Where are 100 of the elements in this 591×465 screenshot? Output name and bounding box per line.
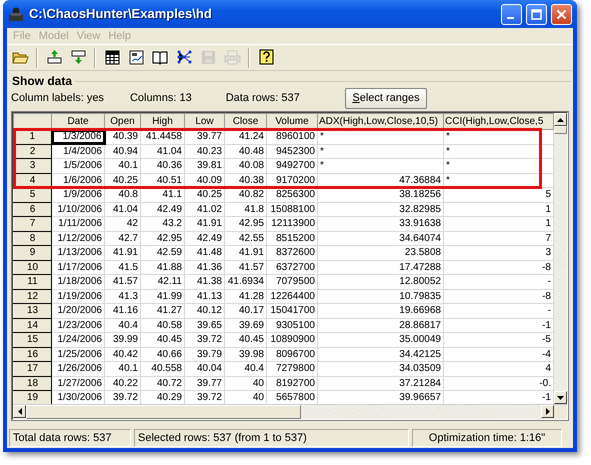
table-cell: 1 <box>444 216 554 231</box>
scroll-thumb[interactable] <box>26 405 301 419</box>
table-cell: 1/3/2006 <box>52 130 104 144</box>
table-cell: 39.72 <box>184 332 224 347</box>
select-ranges-button[interactable]: Select ranges <box>345 88 427 108</box>
table-cell: * <box>444 144 554 158</box>
table-cell: 7 <box>444 231 554 246</box>
maximize-button[interactable] <box>526 4 547 24</box>
status-panel: Total data rows: 537 <box>9 429 131 447</box>
close-button[interactable] <box>551 4 572 24</box>
column-header[interactable]: Low <box>184 114 224 130</box>
down-arrow-icon <box>557 396 564 400</box>
table-cell: 39.81 <box>184 158 224 173</box>
table-cell: 41.16 <box>104 304 140 318</box>
table-cell: * <box>444 158 554 173</box>
table-cell: 40.558 <box>140 362 184 376</box>
table-cell: 42.55 <box>224 231 266 246</box>
table-cell: 41.3 <box>104 289 140 304</box>
column-header[interactable]: Close <box>224 114 266 130</box>
table-cell: 40.4 <box>224 362 266 376</box>
table-cell: 8192700 <box>266 376 318 390</box>
table-cell: 1/5/2006 <box>52 158 104 173</box>
table-cell: 40.82 <box>224 188 266 202</box>
table-cell: 1 <box>444 202 554 216</box>
table-cell: 41.91 <box>224 246 266 260</box>
table-cell: 42.59 <box>140 246 184 260</box>
table-cell: 37.21284 <box>318 376 444 390</box>
table-cell: 39.69 <box>224 318 266 332</box>
scroll-left-button[interactable] <box>13 405 26 418</box>
row-header[interactable]: 18 <box>14 376 52 390</box>
table-cell: 41.91 <box>184 216 224 231</box>
table-cell: 41.02 <box>184 202 224 216</box>
table-cell: 42.49 <box>140 202 184 216</box>
scroll-down-button[interactable] <box>554 391 567 404</box>
row-header[interactable]: 17 <box>14 362 52 376</box>
table-cell: 40.45 <box>224 332 266 347</box>
table-cell: 42.7 <box>104 231 140 246</box>
column-header[interactable]: Date <box>52 114 104 130</box>
tray-arrow-down-icon <box>70 49 86 66</box>
table-cell: 8372600 <box>266 246 318 260</box>
info-label: Column labels: yes <box>11 90 104 106</box>
scroll-thumb[interactable] <box>554 126 567 134</box>
table-cell: 8096700 <box>266 347 318 362</box>
row-header[interactable]: 11 <box>14 274 52 289</box>
column-header[interactable]: Volume <box>266 114 318 130</box>
table-cell: -8 <box>444 289 554 304</box>
table-cell: -0. <box>444 376 554 390</box>
row-header[interactable]: 15 <box>14 332 52 347</box>
table-cell: 41.38 <box>184 274 224 289</box>
column-header[interactable]: Open <box>104 114 140 130</box>
table-cell: 41.6934 <box>224 274 266 289</box>
table-cell: 40.39 <box>104 130 140 144</box>
table-cell: 40.8 <box>104 188 140 202</box>
horizontal-scrollbar[interactable] <box>13 404 567 419</box>
table-cell: 35.00049 <box>318 332 444 347</box>
table-cell: 42.49 <box>184 231 224 246</box>
row-header[interactable]: 7 <box>14 216 52 231</box>
table-cell: 10.79835 <box>318 289 444 304</box>
printer-icon <box>224 49 240 66</box>
table-cell: 40.04 <box>184 362 224 376</box>
minimize-button[interactable] <box>501 4 522 24</box>
column-header[interactable]: CCI(High,Low,Close,5 <box>444 114 554 130</box>
table-cell: 41.57 <box>224 260 266 274</box>
row-header[interactable]: 14 <box>14 318 52 332</box>
table-cell: 12.80052 <box>318 274 444 289</box>
row-header[interactable]: 8 <box>14 231 52 246</box>
table-cell: 9492700 <box>266 158 318 173</box>
scroll-right-button[interactable] <box>541 405 554 418</box>
column-header[interactable]: High <box>140 114 184 130</box>
row-header[interactable]: 13 <box>14 304 52 318</box>
table-cell: 6372700 <box>266 260 318 274</box>
table-cell: 42.95 <box>224 216 266 231</box>
table-cell: 12113900 <box>266 216 318 231</box>
table-cell: 41.1 <box>140 188 184 202</box>
row-header[interactable]: 16 <box>14 347 52 362</box>
table-cell: 17.47288 <box>318 260 444 274</box>
row-header[interactable]: 10 <box>14 260 52 274</box>
info-label: Data rows: 537 <box>226 90 300 106</box>
row-header[interactable]: 19 <box>14 390 52 404</box>
table-cell: 42.95 <box>140 231 184 246</box>
table-cell: 1/17/2006 <box>52 260 104 274</box>
table-cell: 1/12/2006 <box>52 231 104 246</box>
network-icon <box>176 49 192 66</box>
table-cell: - <box>444 304 554 318</box>
table-cell: 41.28 <box>224 289 266 304</box>
table-cell: 19.66968 <box>318 304 444 318</box>
table-cell: 42 <box>104 216 140 231</box>
table-cell: 8515200 <box>266 231 318 246</box>
column-header[interactable]: ADX(High,Low,Close,10,5) <box>318 114 444 130</box>
grid-corner <box>14 114 52 130</box>
row-header[interactable]: 6 <box>14 202 52 216</box>
row-header[interactable]: 12 <box>14 289 52 304</box>
minimize-icon <box>506 17 514 19</box>
table-cell: 41.5 <box>104 260 140 274</box>
table-icon <box>104 49 120 66</box>
table-cell: -1 <box>444 318 554 332</box>
table-cell: 1/23/2006 <box>52 318 104 332</box>
vertical-scrollbar[interactable] <box>554 113 567 404</box>
scroll-up-button[interactable] <box>554 113 567 126</box>
row-header[interactable]: 9 <box>14 246 52 260</box>
